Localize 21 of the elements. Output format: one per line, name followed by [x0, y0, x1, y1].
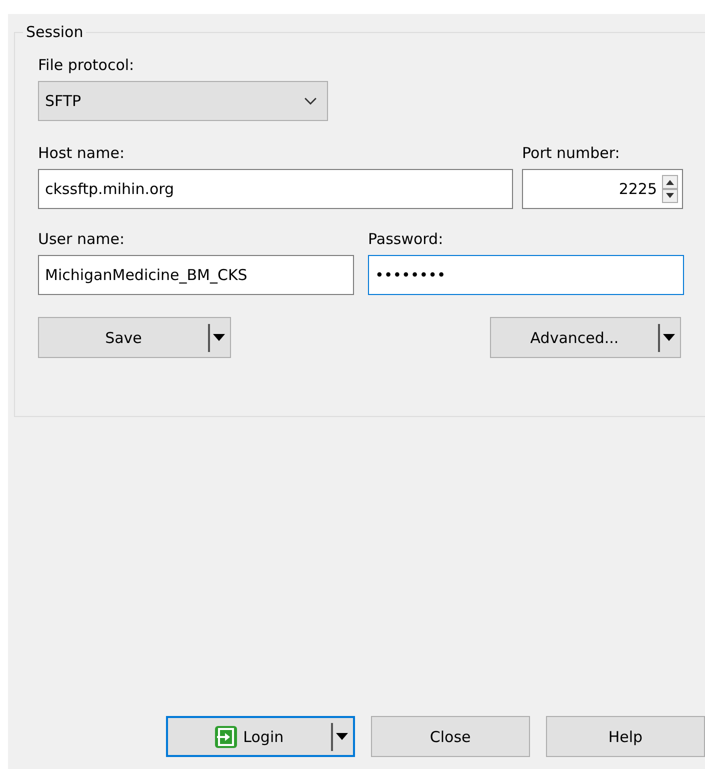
advanced-button[interactable]: Advanced... [490, 317, 681, 358]
chevron-down-icon [304, 97, 317, 105]
field-label: Password: [368, 229, 444, 249]
field-label: User name: [38, 229, 125, 249]
dialog-button[interactable]: Login [166, 716, 355, 757]
dialog-button[interactable]: Close [370, 716, 530, 757]
user-name-field[interactable]: MichiganMedicine_BM_CKS [38, 255, 354, 295]
dialog-button[interactable]: Help [546, 716, 705, 757]
field-label: File protocol: [38, 55, 134, 75]
host-name-field[interactable]: ckssftp.mihin.org [38, 169, 513, 209]
save-button[interactable]: Save [38, 317, 231, 358]
caret-icon [213, 334, 225, 342]
field-label: Host name: [38, 143, 125, 163]
password-field[interactable]: •••••••• [368, 255, 684, 295]
field-label: Port number: [522, 143, 620, 163]
enter-icon [215, 726, 238, 748]
spinner-icon[interactable] [662, 175, 678, 203]
protocol-dropdown[interactable]: SFTP [38, 81, 328, 121]
caret-icon [336, 732, 348, 740]
port-number-field[interactable]: 2225 [522, 169, 683, 209]
caret-icon [663, 334, 675, 342]
